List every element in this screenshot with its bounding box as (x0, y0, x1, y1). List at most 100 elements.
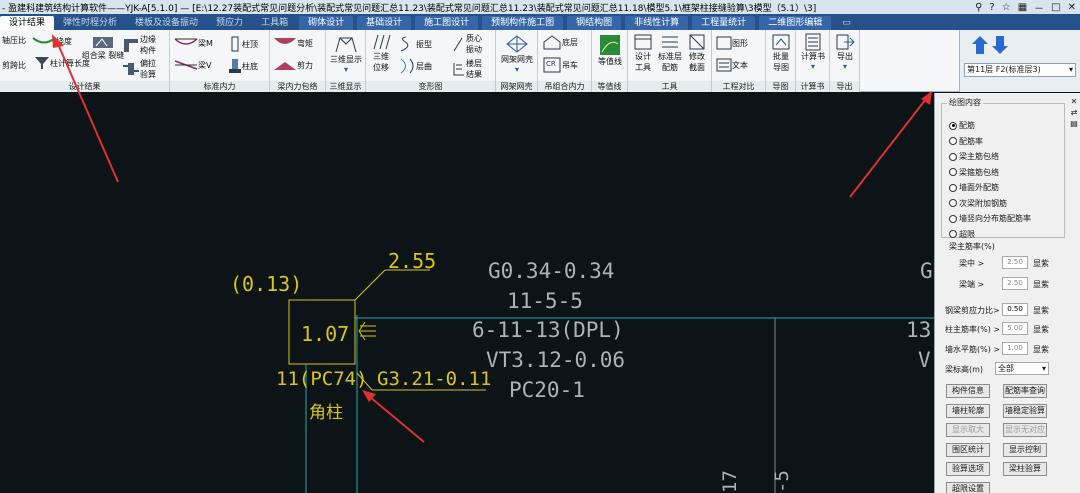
export-label: 导出 (837, 52, 853, 61)
beam-end-input[interactable]: 2.50 (1002, 277, 1028, 290)
edge-member-button[interactable]: 边缘 构件 (122, 34, 162, 56)
panel-button[interactable]: 墙柱轮廓 (946, 403, 990, 418)
panel-menu-icon[interactable]: ▤ (1068, 118, 1080, 129)
batch-export-label: 批量 导图 (773, 52, 789, 72)
minimize-button[interactable]: － (1034, 0, 1044, 15)
panel-pin-icon[interactable]: ⇄ (1068, 107, 1080, 118)
funnel-icon (35, 57, 49, 69)
tab-5[interactable]: 砌体设计 (299, 16, 354, 30)
report-label: 计算书 (801, 52, 825, 61)
text-compare-button[interactable]: 文本 (716, 58, 748, 72)
deflection-button[interactable]: 挠度 (32, 35, 72, 47)
column-bottom-button[interactable]: 柱底 (228, 58, 258, 74)
draw-option-radio[interactable]: 梁箍筋包络 (949, 167, 999, 178)
contour-button[interactable]: 等值线 (594, 34, 626, 67)
mode-shape-button[interactable]: 振型 (398, 36, 432, 52)
ground-floor-button[interactable]: 底层 (542, 34, 578, 50)
mass-center-button[interactable]: 质心 振动 (452, 33, 488, 55)
panel-button[interactable]: 梁柱验算 (1003, 462, 1047, 476)
floor-select[interactable]: 第11层 F2(标准层3) ▾ (964, 63, 1076, 77)
story-result-button[interactable]: 楼层 结果 (452, 58, 488, 80)
shear-diagram-icon (174, 60, 198, 70)
draw-option-radio[interactable]: 墙竖向分布筋配筋率 (949, 213, 1031, 224)
envelope-shear-button[interactable]: 剪力 (273, 58, 313, 72)
report-button[interactable]: 计算书 ▾ (798, 33, 828, 71)
panel-button[interactable]: 显示取大 (946, 423, 990, 437)
tab-6[interactable]: 基础设计 (357, 16, 412, 30)
shear-span-button[interactable]: 剪跨比 (2, 60, 26, 71)
panel-button[interactable]: 围区统计 (946, 442, 990, 457)
help-icon[interactable]: ? (989, 2, 994, 13)
radio-dot-icon (949, 137, 957, 145)
group-label: 等值线 (592, 81, 627, 92)
draw-option-radio[interactable]: 超限 (949, 229, 975, 240)
draw-option-radio[interactable]: 次梁附加钢筋 (949, 198, 1007, 209)
panel-close-icon[interactable]: ✕ (1068, 96, 1080, 107)
envelope-shear-label: 剪力 (297, 60, 313, 70)
steel-shear-input[interactable]: 0.50 (1002, 303, 1028, 316)
beam-moment-button[interactable]: 梁M (174, 36, 213, 50)
panel-button[interactable]: 墙稳定验算 (1003, 403, 1047, 418)
tab-7[interactable]: 施工图设计 (415, 16, 479, 30)
tab-4[interactable]: 工具箱 (252, 16, 297, 30)
tab-11[interactable]: 工程量统计 (692, 16, 756, 30)
panel-button[interactable]: 显示控制 (1003, 442, 1047, 457)
eccentric-tension-label: 偏拉 验算 (140, 59, 156, 79)
beam-elevation-select[interactable]: 全部 ▾ (995, 362, 1049, 375)
group-label: 工具 (628, 81, 711, 92)
panel-button[interactable]: 配筋率查询 (1003, 384, 1047, 398)
modify-section-button[interactable]: 修改 截面 (684, 33, 710, 73)
maximize-button[interactable]: □ (1051, 2, 1060, 13)
draw-option-radio[interactable]: 配筋率 (949, 136, 983, 147)
tab-10[interactable]: 非线性计算 (625, 16, 689, 30)
draw-option-radio[interactable]: 配筋 (949, 120, 975, 131)
composite-crack-button[interactable]: 组合梁 裂缝 (82, 34, 124, 61)
structural-drawing[interactable]: (0.13) 2.55 1.07 11(PC74) G3.21-0.11 角柱 … (0, 93, 934, 493)
eccentric-tension-button[interactable]: 偏拉 验算 (122, 58, 162, 80)
column-ratio-input[interactable]: 5.00 (1002, 322, 1028, 335)
export-button[interactable]: 导出 ▾ (832, 33, 858, 71)
wall-ratio-input[interactable]: 1.00 (1002, 342, 1028, 355)
panel-button[interactable]: 验算选项 (946, 462, 990, 476)
design-tools-button[interactable]: 设计 工具 (630, 33, 656, 73)
panel-button[interactable]: 显示无对应 (1003, 423, 1047, 437)
tab-1[interactable]: 弹性时程分析 (54, 16, 126, 30)
beam-moment-label: 梁M (198, 38, 213, 48)
star-icon[interactable]: ☆ (1002, 2, 1011, 13)
story-buckle-button[interactable]: 层曲 (398, 58, 432, 74)
beam-mid-input[interactable]: 2.50 (1002, 256, 1028, 269)
display-panel: 绘图内容 配筋 配筋率 梁主筋包络 梁箍筋包络 墙面外配筋 次梁附加钢筋 墙竖向分布筋配筋率… (934, 93, 1080, 493)
search-icon[interactable]: ⚲ (975, 2, 982, 13)
column-top-button[interactable]: 柱顶 (228, 36, 258, 52)
close-button[interactable]: ✕ (1068, 2, 1076, 13)
tab-0[interactable]: 设计结果 (0, 16, 55, 30)
drawing-canvas[interactable]: (0.13) 2.55 1.07 11(PC74) G3.21-0.11 角柱 … (0, 93, 934, 493)
tab-12[interactable]: 二维图形编辑 (759, 16, 832, 30)
ribbon-group-grid-shell: 网架网壳 ▾ 网架网壳 (496, 30, 538, 92)
beam-shear-button[interactable]: 梁V (174, 58, 211, 72)
3d-display-button[interactable]: 三维显示 ▾ (328, 34, 364, 74)
envelope-moment-button[interactable]: 弯矩 (273, 36, 313, 50)
arrow-up-icon[interactable] (972, 36, 988, 54)
tab-3[interactable]: 预应力 (207, 16, 252, 30)
std-floor-rebar-button[interactable]: 标准层 配筋 (656, 33, 684, 73)
layout-icon[interactable]: ▦ (1018, 2, 1027, 13)
draw-option-radio[interactable]: 梁主筋包络 (949, 151, 999, 162)
panel-button[interactable]: 构件信息 (946, 384, 990, 398)
group-label: 标准内力 (170, 81, 269, 92)
tab-9[interactable]: 钢结构图 (567, 16, 622, 30)
graph-compare-button[interactable]: 图形 (716, 36, 748, 50)
3d-displacement-button[interactable]: 三维 位移 (368, 33, 394, 73)
crack-icon (93, 37, 113, 48)
draw-option-radio[interactable]: 墙面外配筋 (949, 182, 999, 193)
grid-shell-button[interactable]: 网架网壳 ▾ (499, 34, 535, 74)
tab-2[interactable]: 楼板及设备振动 (126, 16, 207, 30)
axial-ratio-button[interactable]: 轴压比 (2, 35, 26, 46)
crane-button[interactable]: CR 吊车 (542, 56, 578, 74)
arrow-down-icon[interactable] (992, 36, 1008, 54)
tab-menu-icon[interactable]: ▭ (833, 16, 860, 30)
draw-option-label: 墙面外配筋 (959, 183, 999, 192)
batch-export-button[interactable]: 批量 导图 (767, 33, 795, 73)
panel-button[interactable]: 超限设置 (946, 481, 990, 493)
tab-8[interactable]: 预制构件施工图 (482, 16, 564, 30)
